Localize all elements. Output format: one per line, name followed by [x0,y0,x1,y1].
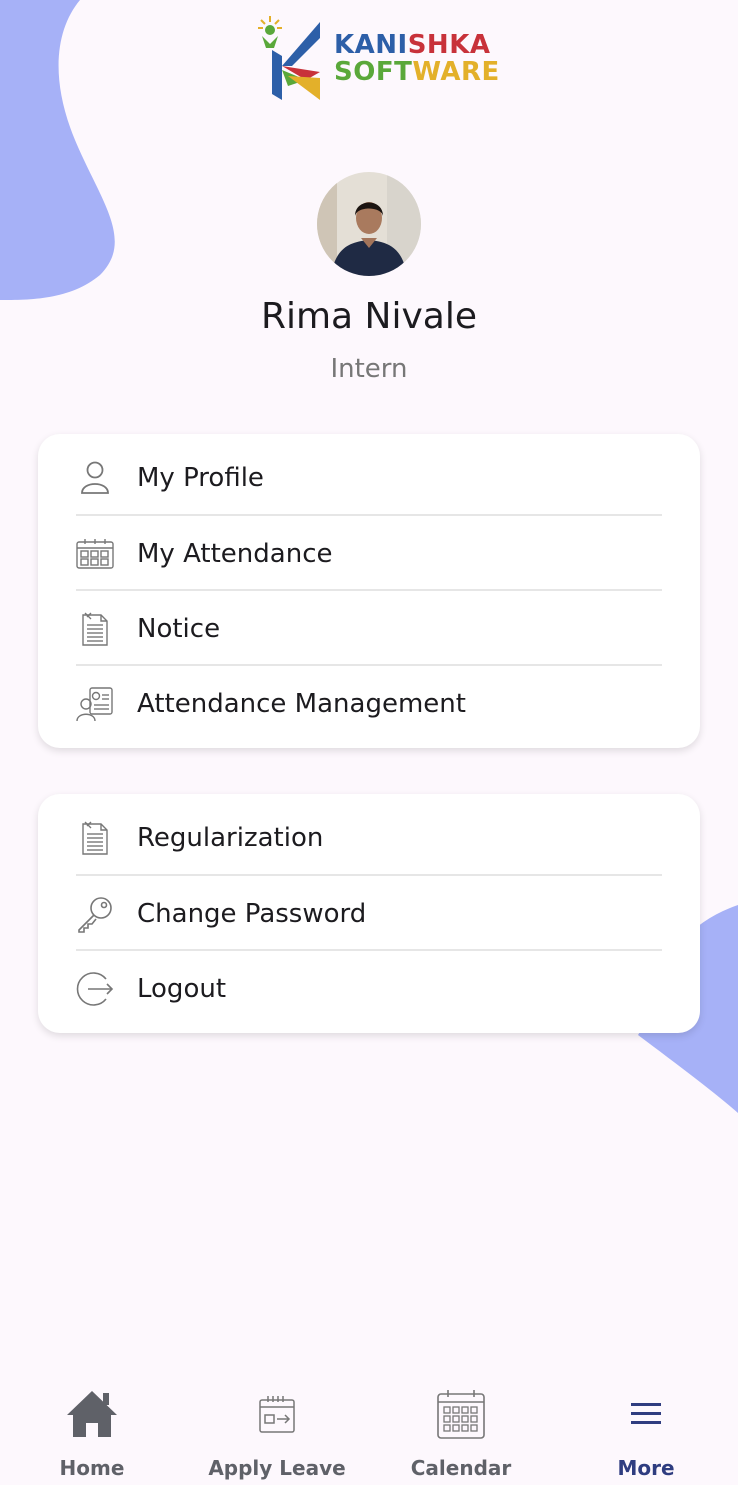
menu-item-my-attendance[interactable]: My Attendance [76,516,662,591]
nav-label: Apply Leave [208,1456,346,1480]
brand-line1: KANISHKA [334,32,500,58]
company-logo: KANISHKA SOFTWARE [258,14,518,104]
calendar-grid-icon [76,535,114,573]
key-icon [76,895,114,933]
menu-item-change-password[interactable]: Change Password [76,876,662,951]
menu-item-label: My Attendance [137,538,333,569]
attendance-management-icon [76,685,114,723]
decorative-blob-top-left [0,0,115,300]
home-icon [65,1388,119,1440]
nav-calendar[interactable]: Calendar [400,1360,522,1485]
menu-item-label: Logout [137,973,227,1004]
profile-avatar[interactable] [317,172,421,276]
profile-name: Rima Nivale [260,296,478,337]
kanishka-logo-mark-icon [258,16,320,100]
calendar-icon [436,1388,486,1440]
regularization-document-icon [76,819,114,857]
menu-item-label: Notice [137,613,221,644]
menu-item-my-profile[interactable]: My Profile [76,440,662,515]
brand-line2: SOFTWARE [334,57,500,87]
profile-role: Intern [330,354,408,384]
logout-icon [76,970,114,1008]
user-icon [76,459,114,497]
brand-name: KANISHKA [334,30,491,60]
menu-item-label: Attendance Management [137,688,466,719]
nav-label: Calendar [410,1456,512,1480]
menu-item-attendance-management[interactable]: Attendance Management [76,666,662,741]
notice-document-icon [76,610,114,648]
avatar-photo [317,172,421,276]
menu-item-label: Regularization [137,822,324,853]
nav-home[interactable]: Home [32,1360,152,1485]
menu-item-notice[interactable]: Notice [76,591,662,666]
menu-item-logout[interactable]: Logout [76,951,662,1026]
nav-label: Home [59,1456,125,1480]
apply-leave-icon [258,1388,296,1440]
menu-item-regularization[interactable]: Regularization [76,800,662,875]
bottom-navigation: Home Apply Leave Calendar More [0,1360,738,1485]
nav-apply-leave[interactable]: Apply Leave [202,1360,352,1485]
menu-item-label: Change Password [137,898,367,929]
secondary-menu-card: Regularization Change Password Logout [38,794,700,1033]
nav-more[interactable]: More [596,1360,696,1485]
menu-item-label: My Profile [137,462,264,493]
hamburger-menu-icon [629,1388,663,1440]
nav-label: More [617,1456,675,1480]
primary-menu-card: My Profile My Attendance Notice Attendan… [38,434,700,748]
